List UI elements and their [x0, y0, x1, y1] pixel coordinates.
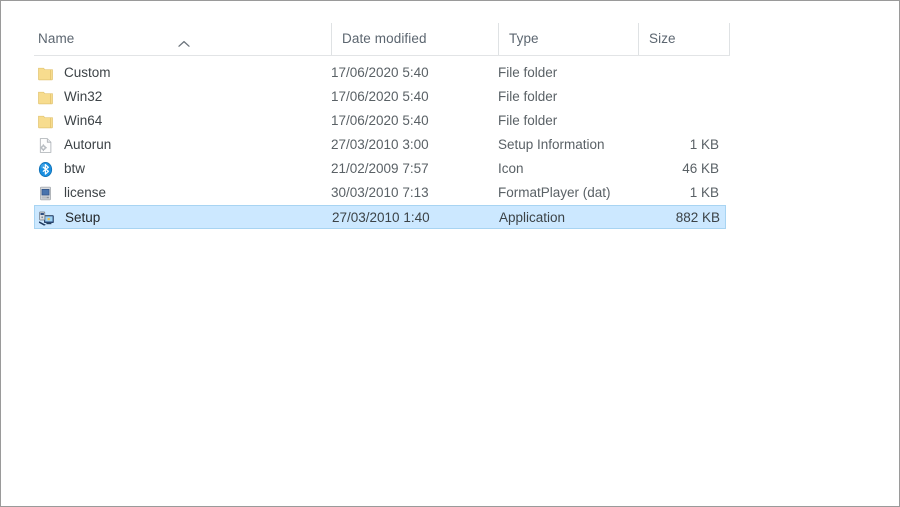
table-row[interactable]: Custom 17/06/2020 5:40 File folder: [34, 61, 726, 85]
file-name-cell: Win32: [64, 89, 103, 104]
table-row[interactable]: license 30/03/2010 7:13 FormatPlayer (dat)…: [34, 181, 726, 205]
file-name-cell: Custom: [64, 65, 111, 80]
file-explorer-window: Name Date modified Type Size Custom 17/06…: [0, 0, 900, 507]
date-modified-cell: 17/06/2020 5:40: [331, 113, 429, 128]
table-row[interactable]: Autorun 27/03/2010 3:00 Setup Information 1…: [34, 133, 726, 157]
date-modified-cell: 27/03/2010 3:00: [331, 137, 429, 152]
date-modified-cell: 21/02/2009 7:57: [331, 161, 429, 176]
table-row[interactable]: Setup 27/03/2010 1:40 Application 882 KB: [34, 205, 726, 229]
table-row[interactable]: btw 21/02/2009 7:57 Icon 46 KB: [34, 157, 726, 181]
date-modified-cell: 30/03/2010 7:13: [331, 185, 429, 200]
file-name-cell: Autorun: [64, 137, 112, 152]
file-list: Custom 17/06/2020 5:40 File folder Win32 17/…: [1, 61, 899, 229]
date-modified-cell: 17/06/2020 5:40: [331, 89, 429, 104]
column-header-end-divider: [729, 23, 730, 55]
size-cell: [610, 85, 724, 109]
file-name-cell: Win64: [64, 113, 103, 128]
column-header-bar: Name Date modified Type Size: [1, 23, 899, 56]
column-header-date-modified[interactable]: Date modified: [331, 23, 498, 55]
column-header-size[interactable]: Size: [638, 23, 729, 55]
size-cell: 1 KB: [689, 185, 719, 200]
size-cell: 46 KB: [682, 161, 719, 176]
column-header-type[interactable]: Type: [498, 23, 638, 55]
size-cell: 1 KB: [689, 137, 719, 152]
date-modified-cell: 17/06/2020 5:40: [331, 65, 429, 80]
column-header-name[interactable]: Name: [34, 23, 331, 55]
file-name-cell: license: [64, 185, 107, 200]
column-header-underline: [34, 55, 730, 56]
size-cell: [610, 61, 724, 85]
table-row[interactable]: Win64 17/06/2020 5:40 File folder: [34, 109, 726, 133]
size-cell: 882 KB: [675, 210, 720, 225]
table-row[interactable]: Win32 17/06/2020 5:40 File folder: [34, 85, 726, 109]
size-cell: [610, 109, 724, 133]
file-name-cell: btw: [64, 161, 86, 176]
file-name-cell: Setup: [65, 210, 101, 225]
date-modified-cell: 27/03/2010 1:40: [332, 210, 430, 225]
